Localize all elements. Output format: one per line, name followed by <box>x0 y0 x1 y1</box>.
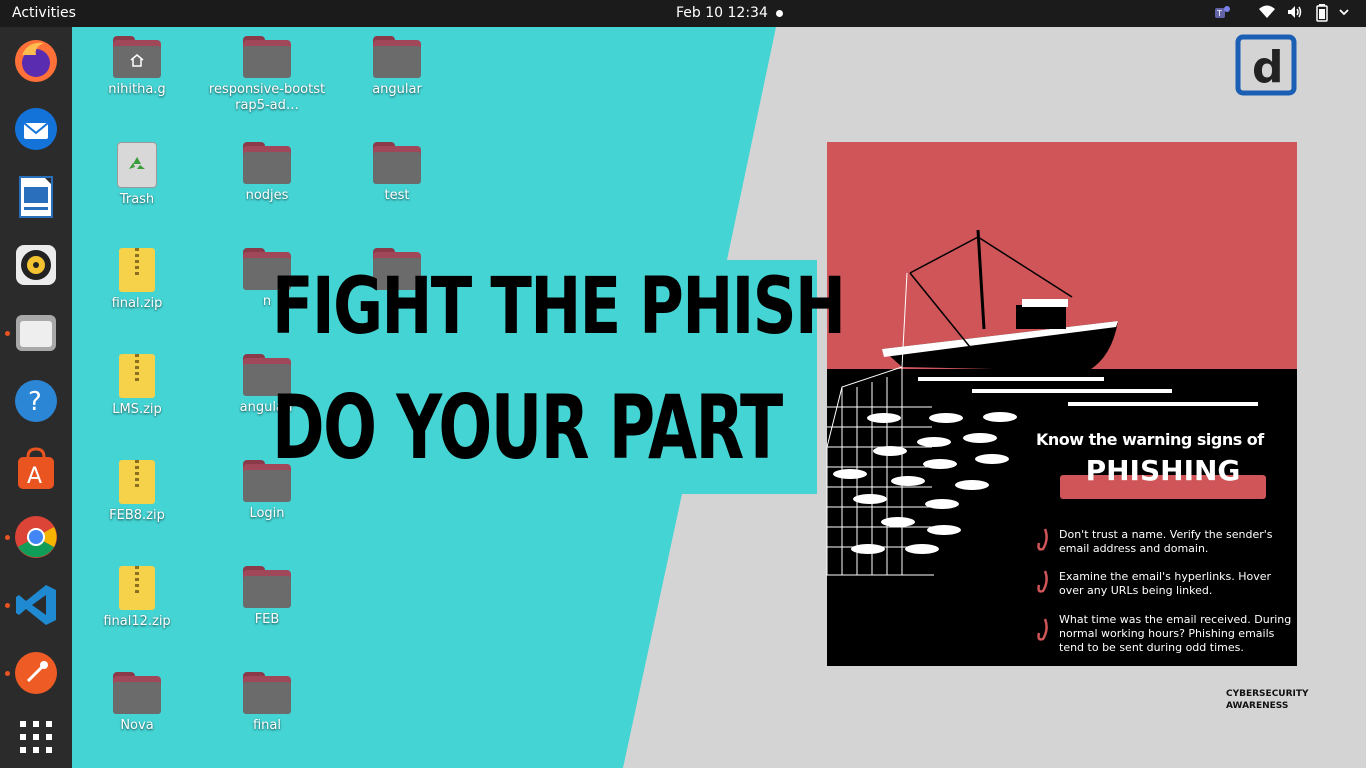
svg-text:T: T <box>1216 9 1222 18</box>
desktop-icon-folder[interactable]: responsive-bootstrap5-ad… <box>207 36 327 114</box>
desktop-icon-folder[interactable]: angular <box>337 36 457 98</box>
clock[interactable]: Feb 10 12:34 <box>676 5 768 21</box>
icon-label: final12.zip <box>103 614 171 629</box>
zip-file-icon <box>119 354 155 398</box>
desktop-icon-trash[interactable]: Trash <box>77 142 197 208</box>
icon-label: responsive-bootstrap5-ad… <box>208 82 326 113</box>
icon-label: final <box>252 718 281 733</box>
folder-icon <box>243 142 291 184</box>
chrome-icon[interactable] <box>12 513 60 561</box>
folder-icon <box>243 36 291 78</box>
folder-icon <box>243 566 291 608</box>
desktop-icon-folder[interactable]: FEB <box>207 566 327 628</box>
show-applications-icon[interactable] <box>12 713 60 761</box>
headline-line-2: DO YOUR PART <box>272 376 783 479</box>
icon-label: angular <box>372 82 422 97</box>
poster-tip-1: Don't trust a name. Verify the sender's … <box>1059 528 1273 555</box>
rhythmbox-icon[interactable] <box>12 241 60 289</box>
svg-text:?: ? <box>28 387 42 417</box>
ubuntu-software-icon[interactable]: A <box>12 445 60 493</box>
svg-text:A: A <box>27 464 42 489</box>
activities-button[interactable]: Activities <box>12 5 76 21</box>
firefox-icon[interactable] <box>12 37 60 85</box>
volume-icon[interactable] <box>1286 4 1304 24</box>
desktop-icon-home[interactable]: nihitha.g <box>77 36 197 98</box>
dock: ? A <box>0 27 72 768</box>
teams-icon[interactable]: T <box>1212 4 1232 26</box>
chevron-down-icon[interactable] <box>1338 4 1350 24</box>
help-icon[interactable]: ? <box>12 377 60 425</box>
icon-label: nodjes <box>245 188 289 203</box>
desktop-icon-folder[interactable]: Nova <box>77 672 197 734</box>
icon-label: FEB8.zip <box>109 508 165 523</box>
desktop-icon-folder[interactable]: final <box>207 672 327 734</box>
running-indicator <box>5 331 10 336</box>
running-indicator <box>5 535 10 540</box>
icon-label: LMS.zip <box>112 402 162 417</box>
svg-text:d: d <box>1252 42 1284 93</box>
desktop-icon-zip[interactable]: final12.zip <box>77 566 197 630</box>
zip-file-icon <box>119 248 155 292</box>
running-indicator <box>5 671 10 676</box>
footer-line-1: CYBERSECURITY <box>1226 689 1309 699</box>
desktop-icon-zip[interactable]: LMS.zip <box>77 354 197 418</box>
poster-heading: Know the warning signs of <box>1036 430 1264 449</box>
battery-icon[interactable] <box>1316 4 1328 26</box>
folder-icon <box>373 142 421 184</box>
icon-label: Nova <box>120 718 154 733</box>
icon-label: FEB <box>254 612 280 627</box>
zip-file-icon <box>119 460 155 504</box>
icon-label: final.zip <box>111 296 163 311</box>
headline-line-1: FIGHT THE PHISH <box>272 262 846 352</box>
running-indicator <box>5 603 10 608</box>
poster-tip-3: What time was the email received. During… <box>1059 613 1292 654</box>
icon-label: Trash <box>119 192 155 207</box>
postman-icon[interactable] <box>12 649 60 697</box>
poster-tip-2: Examine the email's hyperlinks. Hover ov… <box>1059 570 1272 597</box>
files-icon[interactable] <box>12 309 60 357</box>
folder-icon <box>113 672 161 714</box>
footer-line-2: AWARENESS <box>1226 701 1289 711</box>
zip-file-icon <box>119 566 155 610</box>
folder-icon <box>243 672 291 714</box>
icon-label: Login <box>249 506 285 521</box>
home-folder-icon <box>113 36 161 78</box>
libreoffice-writer-icon[interactable] <box>12 173 60 221</box>
icon-label: test <box>384 188 410 203</box>
poster-keyword: PHISHING <box>1085 454 1241 487</box>
top-bar: Activities Feb 10 12:34 T <box>0 0 1366 27</box>
icon-label: nihitha.g <box>108 82 166 97</box>
desktop-icon-zip[interactable]: FEB8.zip <box>77 460 197 524</box>
desktop-icon-folder[interactable]: test <box>337 142 457 204</box>
thunderbird-icon[interactable] <box>12 105 60 153</box>
trash-icon <box>117 142 157 188</box>
notification-dot <box>776 10 783 17</box>
desktop-icon-zip[interactable]: final.zip <box>77 248 197 312</box>
folder-icon <box>373 36 421 78</box>
desktop-icon-folder[interactable]: nodjes <box>207 142 327 204</box>
vscode-icon[interactable] <box>12 581 60 629</box>
wifi-icon[interactable] <box>1258 4 1276 24</box>
